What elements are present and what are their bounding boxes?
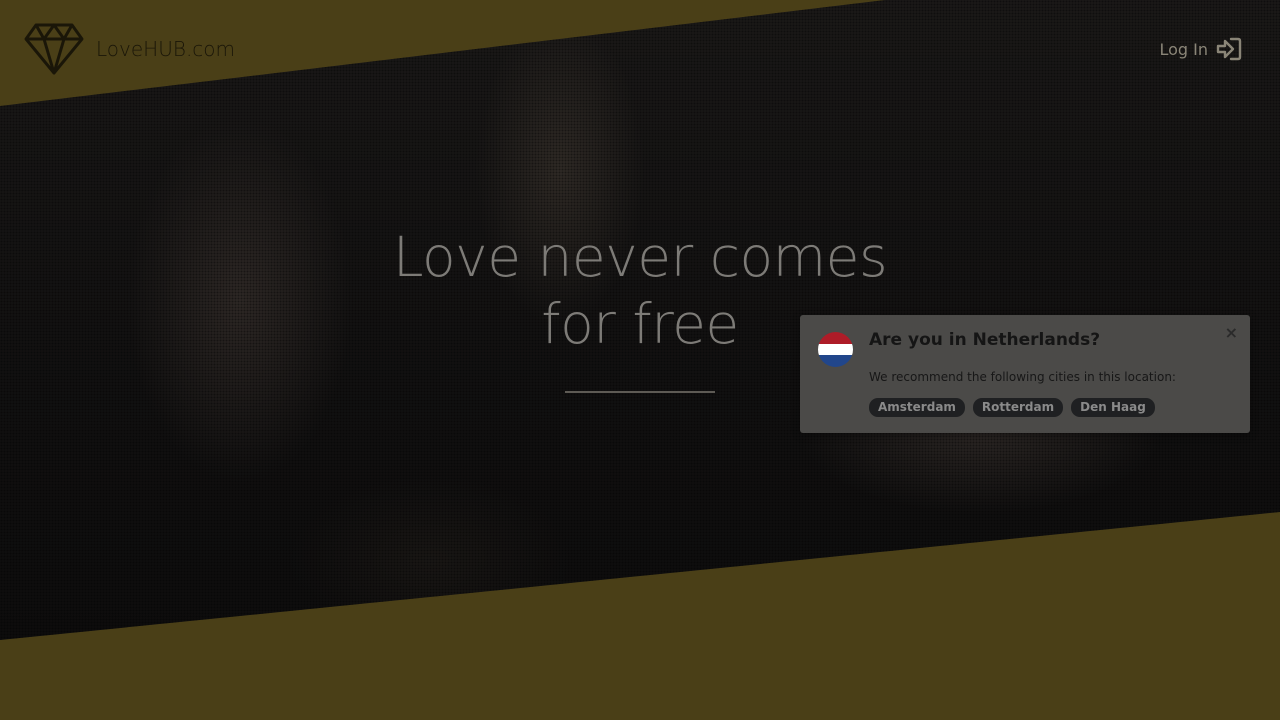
popup-subtitle: We recommend the following cities in thi…	[869, 370, 1176, 384]
brand-name: LoveHUB.com	[96, 37, 236, 61]
login-label: Log In	[1159, 39, 1208, 59]
popup-title: Are you in Netherlands?	[869, 330, 1101, 350]
flag-stripe-red	[818, 332, 853, 344]
login-button[interactable]: Log In	[1159, 36, 1242, 62]
location-popup: Are you in Netherlands? × We recommend t…	[800, 315, 1250, 433]
city-chip-rotterdam[interactable]: Rotterdam	[972, 398, 1064, 417]
page: LoveHUB.com Log In Love never comes for …	[0, 0, 1280, 720]
close-icon[interactable]: ×	[1225, 325, 1238, 341]
city-chip-amsterdam[interactable]: Amsterdam	[869, 398, 965, 417]
flag-stripe-white	[818, 343, 853, 356]
city-chip-den-haag[interactable]: Den Haag	[1071, 398, 1155, 417]
headline-divider	[565, 391, 715, 393]
netherlands-flag-icon	[818, 332, 853, 367]
sign-in-icon	[1216, 37, 1242, 61]
diamond-icon	[24, 23, 84, 75]
flag-stripe-blue	[818, 355, 853, 367]
headline-line-1: Love never comes	[392, 225, 888, 289]
city-list: Amsterdam Rotterdam Den Haag	[869, 398, 1155, 417]
site-header: LoveHUB.com Log In	[0, 0, 1280, 100]
logo-link[interactable]: LoveHUB.com	[24, 22, 235, 76]
